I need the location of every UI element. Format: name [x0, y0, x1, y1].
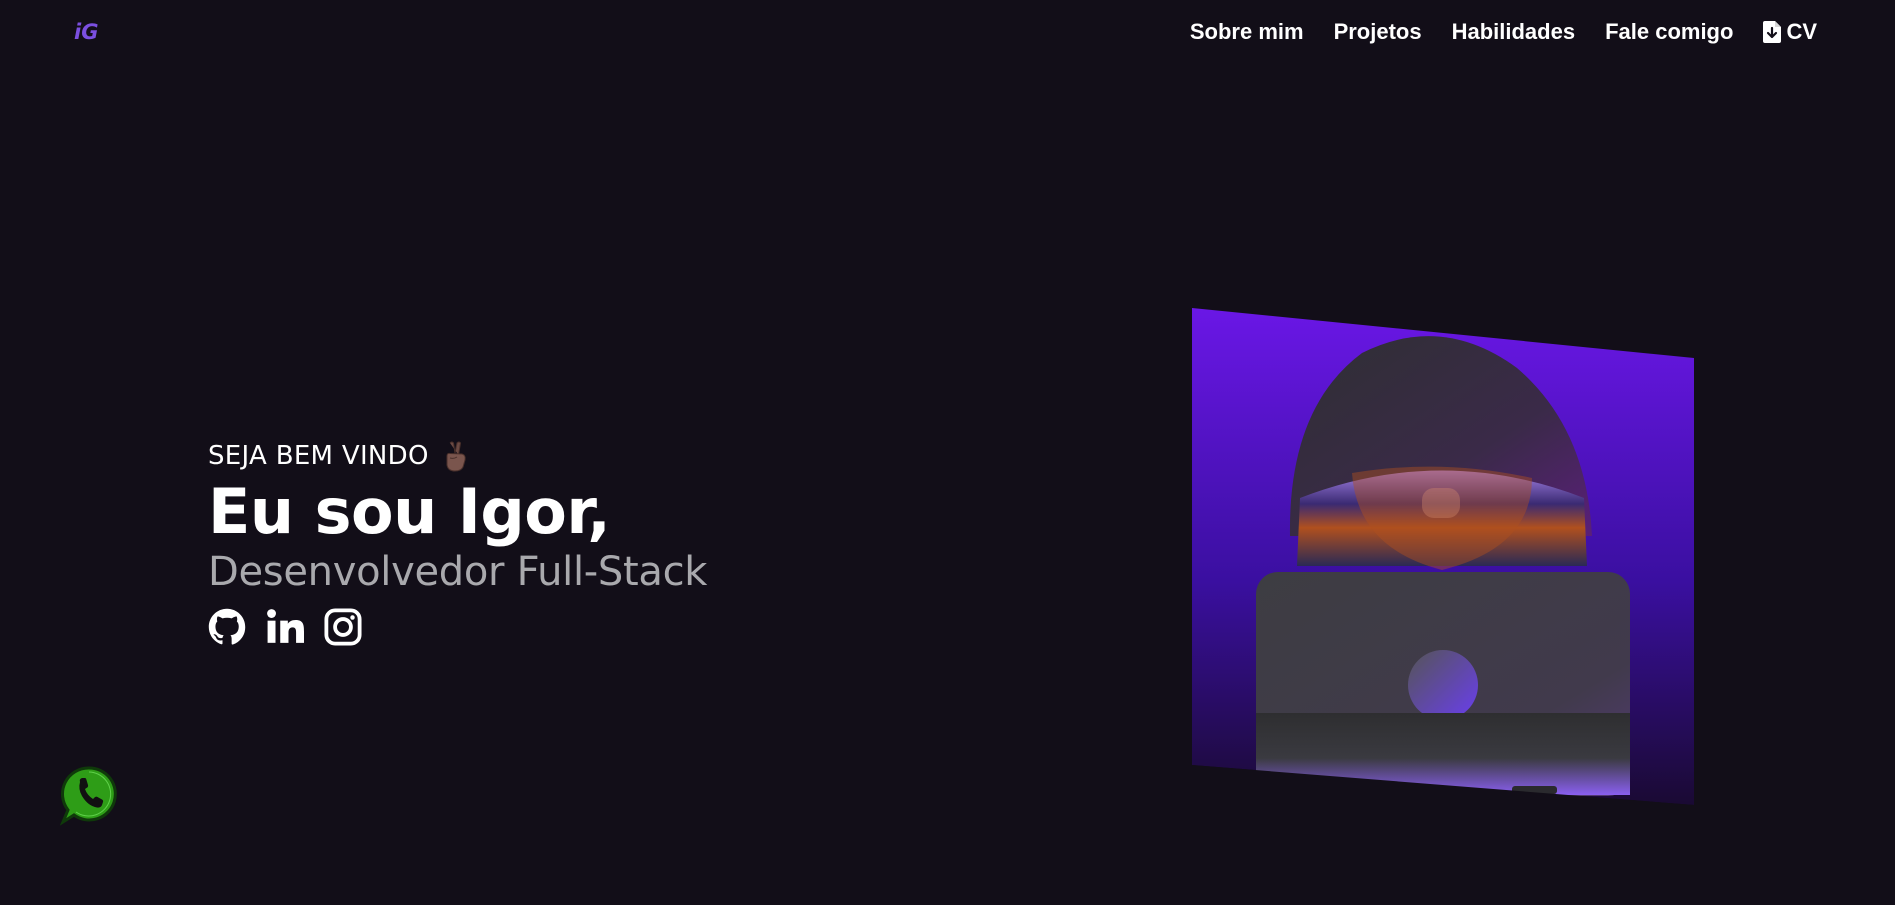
welcome-line: SEJA BEM VINDO: [208, 440, 707, 472]
hero-illustration: [1192, 308, 1694, 805]
nav-cv-label: CV: [1786, 19, 1817, 44]
whatsapp-icon[interactable]: [60, 765, 118, 827]
file-download-icon: [1763, 21, 1782, 43]
linkedin-icon[interactable]: [266, 608, 304, 646]
nav-fale-comigo[interactable]: Fale comigo: [1605, 19, 1733, 45]
victory-hand-icon: [446, 441, 466, 472]
social-links: [208, 608, 707, 646]
subtitle: Desenvolvedor Full-Stack: [208, 549, 708, 595]
nav-links: Sobre mim Projetos Habilidades Fale comi…: [1190, 19, 1817, 45]
nav-projetos[interactable]: Projetos: [1334, 19, 1422, 45]
instagram-icon[interactable]: [324, 608, 362, 646]
hero-section: SEJA BEM VINDO Eu sou Igor, Desenvolvedo…: [208, 440, 707, 646]
github-icon[interactable]: [208, 608, 246, 646]
nav-habilidades[interactable]: Habilidades: [1452, 19, 1575, 45]
navbar: iG Sobre mim Projetos Habilidades Fale c…: [0, 0, 1895, 70]
welcome-text: SEJA BEM VINDO: [208, 441, 429, 471]
nav-sobre-mim[interactable]: Sobre mim: [1190, 19, 1304, 45]
logo[interactable]: iG: [74, 20, 98, 44]
nav-cv-download[interactable]: CV: [1763, 19, 1817, 45]
headline: Eu sou Igor,: [208, 475, 611, 548]
